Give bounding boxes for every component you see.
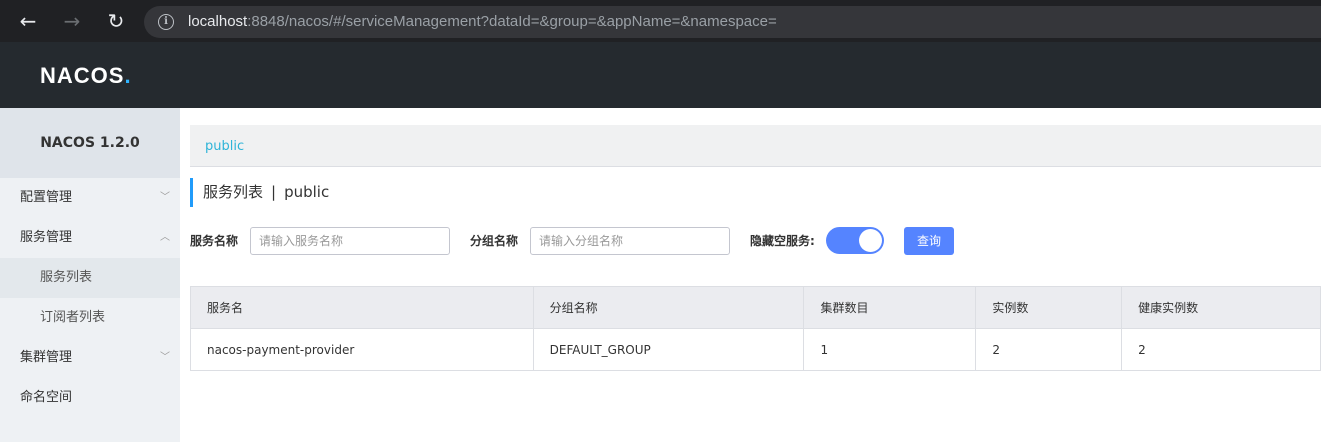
sidebar-item-subscriber-list[interactable]: 订阅者列表 — [0, 298, 180, 338]
service-table: 服务名 分组名称 集群数目 实例数 健康实例数 nacos-payment-pr… — [190, 286, 1321, 371]
cell-instance-count: 2 — [975, 328, 1123, 371]
query-button[interactable]: 查询 — [904, 227, 954, 255]
chevron-down-icon: ﹀ — [160, 352, 170, 363]
cell-service-name: nacos-payment-provider — [190, 328, 534, 371]
sidebar-item-label: 服务管理 — [20, 230, 73, 245]
cell-group-name: DEFAULT_GROUP — [532, 328, 805, 371]
chevron-up-icon: ︿ — [160, 232, 170, 243]
group-name-label: 分组名称 — [470, 234, 519, 248]
back-arrow-icon[interactable]: ← — [16, 9, 40, 33]
site-info-icon[interactable]: i — [158, 14, 174, 30]
url-host: localhost — [188, 13, 248, 30]
main-content: public 服务列表 | public 服务名称 分组名称 隐藏空服务: 查询 服… — [180, 108, 1321, 442]
address-bar[interactable]: i localhost:8848/nacos/#/serviceManageme… — [144, 6, 1321, 38]
sidebar-item-cluster-management[interactable]: 集群管理 ﹀ — [0, 338, 180, 378]
toggle-knob — [859, 229, 882, 252]
column-header-group-name[interactable]: 分组名称 — [532, 286, 805, 329]
group-name-input[interactable] — [530, 227, 730, 255]
column-header-service-name[interactable]: 服务名 — [190, 286, 534, 329]
column-header-cluster-count[interactable]: 集群数目 — [803, 286, 977, 329]
page-title-text: 服务列表 — [203, 183, 264, 201]
table-header-row: 服务名 分组名称 集群数目 实例数 健康实例数 — [190, 286, 1321, 329]
service-name-input[interactable] — [250, 227, 450, 255]
sidebar-item-label: 订阅者列表 — [40, 310, 106, 325]
namespace-link-public[interactable]: public — [205, 139, 244, 154]
table-row[interactable]: nacos-payment-provider DEFAULT_GROUP 1 2… — [190, 328, 1321, 371]
sidebar-title: NACOS 1.2.0 — [0, 108, 180, 178]
sidebar-item-label: 集群管理 — [20, 350, 73, 365]
sidebar-item-service-list[interactable]: 服务列表 — [0, 258, 180, 298]
url-path: :8848/nacos/#/serviceManagement?dataId=&… — [247, 13, 777, 30]
sidebar-item-namespace[interactable]: 命名空间 — [0, 378, 180, 418]
page-title: 服务列表 | public — [190, 178, 329, 207]
sidebar-item-label: 配置管理 — [20, 190, 73, 205]
sidebar-item-service-management[interactable]: 服务管理 ︿ — [0, 218, 180, 258]
cell-healthy-instance-count: 2 — [1121, 328, 1321, 371]
logo-dot: . — [124, 63, 132, 88]
namespace-bar: public — [190, 125, 1321, 167]
browser-toolbar: ← → ↻ i localhost:8848/nacos/#/serviceMa… — [0, 0, 1321, 42]
column-header-healthy-instance-count[interactable]: 健康实例数 — [1121, 286, 1321, 329]
nacos-logo[interactable]: NACOS. — [40, 63, 132, 89]
page-title-namespace: public — [284, 183, 330, 201]
cell-cluster-count: 1 — [803, 328, 977, 371]
sidebar-item-label: 服务列表 — [40, 270, 93, 285]
chevron-down-icon: ﹀ — [160, 192, 170, 203]
url-text[interactable]: localhost:8848/nacos/#/serviceManagement… — [188, 13, 777, 30]
logo-text: NACOS — [40, 63, 125, 88]
hide-empty-services-label: 隐藏空服务: — [750, 234, 815, 248]
service-name-label: 服务名称 — [190, 234, 239, 248]
reload-icon[interactable]: ↻ — [104, 9, 128, 33]
column-header-instance-count[interactable]: 实例数 — [975, 286, 1123, 329]
sidebar-item-config-management[interactable]: 配置管理 ﹀ — [0, 178, 180, 218]
title-separator: | — [271, 183, 277, 201]
hide-empty-services-toggle[interactable] — [826, 227, 884, 254]
sidebar-item-label: 命名空间 — [20, 390, 73, 405]
forward-arrow-icon[interactable]: → — [60, 9, 84, 33]
sidebar: NACOS 1.2.0 配置管理 ﹀ 服务管理 ︿ 服务列表 订阅者列表 集群管… — [0, 108, 180, 442]
app-header: NACOS. — [0, 42, 1321, 108]
